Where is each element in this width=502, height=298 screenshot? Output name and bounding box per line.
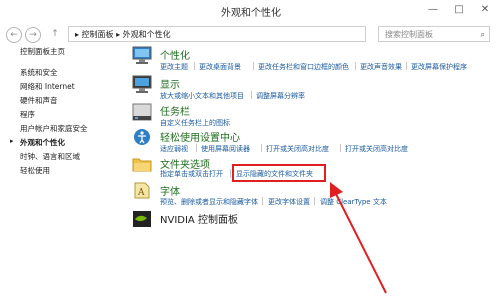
- annotation-arrow: [330, 182, 387, 294]
